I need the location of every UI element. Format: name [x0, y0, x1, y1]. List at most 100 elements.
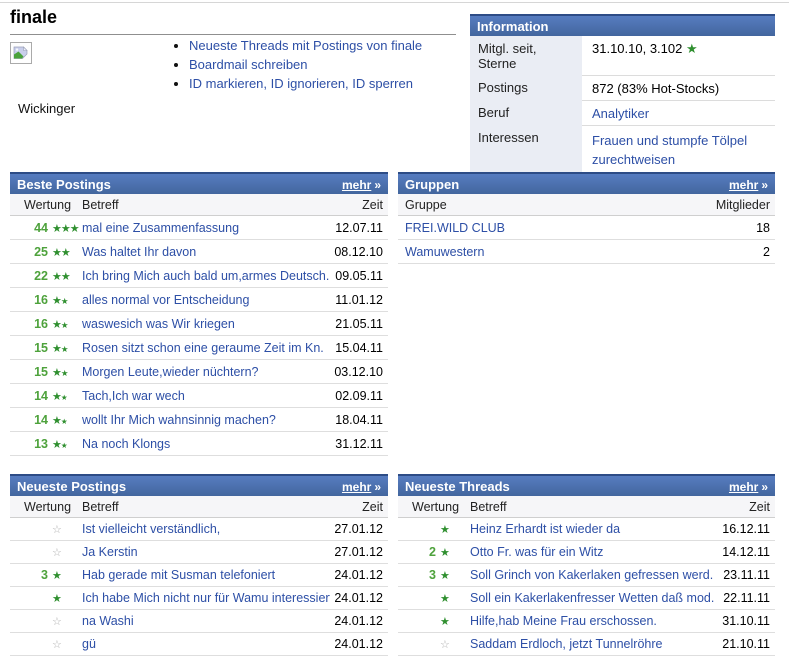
- link-neueste-threads-von-user[interactable]: Neueste Threads mit Postings von finale: [189, 38, 422, 53]
- info-label: Mitgl. seit, Sterne: [470, 36, 582, 75]
- rating-stars-icon: ★★: [48, 317, 68, 331]
- subject-link[interactable]: Heinz Erhardt ist wieder da: [470, 522, 620, 536]
- column-header-gruppe: Gruppe: [398, 194, 705, 216]
- interessen-link[interactable]: Frauen und stumpfe Tölpel zurechtweisen: [592, 133, 747, 167]
- table-row: ★ Heinz Erhardt ist wieder da 16.12.11: [398, 518, 775, 541]
- subject-link[interactable]: Saddam Erdloch, jetzt Tunnelröhre: [470, 637, 662, 651]
- neueste-postings-table: Wertung Betreff Zeit ☆ Ist vielleicht ve…: [10, 496, 388, 656]
- more-link[interactable]: mehr»: [342, 177, 381, 192]
- rating-value: 14: [10, 389, 48, 403]
- panel-title: Information: [477, 19, 549, 34]
- member-since-value: 31.10.10, 3.102: [592, 41, 682, 56]
- column-header-zeit: Zeit: [330, 194, 388, 216]
- post-date: 27.01.12: [330, 541, 388, 564]
- post-date: 24.01.12: [330, 587, 388, 610]
- subject-link[interactable]: wollt Ihr Mich wahnsinnig machen?: [82, 413, 276, 427]
- gruppen-panel: Gruppen mehr» Gruppe Mitglieder FREI.WIL…: [398, 172, 775, 264]
- subject-link[interactable]: Soll ein Kakerlakenfresser Wetten daß mo…: [470, 591, 714, 605]
- subject-link[interactable]: na Washi: [82, 614, 134, 628]
- more-link[interactable]: mehr»: [729, 177, 768, 192]
- post-date: 03.12.10: [330, 360, 388, 384]
- table-row: 15★★ Rosen sitzt schon eine geraume Zeit…: [10, 336, 388, 360]
- link-boardmail-schreiben[interactable]: Boardmail schreiben: [189, 57, 308, 72]
- link-id-actions[interactable]: ID markieren, ID ignorieren, ID sperren: [189, 76, 413, 91]
- subject-link[interactable]: mal eine Zusammenfassung: [82, 221, 239, 235]
- subject-link[interactable]: Ich bring Mich auch bald um,armes Deutsc…: [82, 269, 329, 283]
- panel-title: Gruppen: [405, 177, 459, 192]
- table-row: Postings 872 (83% Hot-Stocks): [470, 75, 775, 100]
- table-row: ☆ Saddam Erdloch, jetzt Tunnelröhre 21.1…: [398, 633, 775, 656]
- table-row: 13★★ Na noch Klongs 31.12.11: [10, 432, 388, 456]
- rating-stars-icon: ☆: [48, 637, 61, 651]
- rating-stars-icon: ★: [436, 545, 449, 559]
- subject-link[interactable]: alles normal vor Entscheidung: [82, 293, 249, 307]
- table-row: 14★★ wollt Ihr Mich wahnsinnig machen? 1…: [10, 408, 388, 432]
- subject-link[interactable]: Na noch Klongs: [82, 437, 170, 451]
- table-row: ★ Soll ein Kakerlakenfresser Wetten daß …: [398, 587, 775, 610]
- subject-link[interactable]: gü: [82, 637, 96, 651]
- post-date: 24.01.12: [330, 610, 388, 633]
- post-date: 24.01.12: [330, 633, 388, 656]
- rating-stars-icon: ★★: [48, 389, 67, 403]
- info-label: Beruf: [470, 100, 582, 125]
- post-date: 09.05.11: [330, 264, 388, 288]
- table-row: ★ Hilfe,hab Meine Frau erschossen. 31.10…: [398, 610, 775, 633]
- info-label: Postings: [470, 75, 582, 100]
- rating-stars-icon: ★: [436, 614, 449, 628]
- table-row: ☆ Ist vielleicht verständlich, 27.01.12: [10, 518, 388, 541]
- rating-stars-icon: ★: [436, 522, 449, 536]
- subject-link[interactable]: Hab gerade mit Susman telefoniert: [82, 568, 275, 582]
- post-date: 31.12.11: [330, 432, 388, 456]
- subject-link[interactable]: Morgen Leute,wieder nüchtern?: [82, 365, 259, 379]
- rating-stars-icon: ★★: [48, 437, 67, 451]
- profile-page: finale Neueste Threads mit Postings von …: [0, 0, 789, 657]
- subject-link[interactable]: Ja Kerstin: [82, 545, 138, 559]
- subject-link[interactable]: waswesich was Wir kriegen: [82, 317, 235, 331]
- rating-stars-icon: ★: [436, 568, 449, 582]
- double-chevron-icon: »: [761, 480, 768, 494]
- title-divider: [10, 34, 456, 35]
- table-row: FREI.WILD CLUB 18: [398, 216, 775, 240]
- post-date: 27.01.12: [330, 518, 388, 541]
- rating-value: 2: [398, 545, 436, 559]
- list-item: ID markieren, ID ignorieren, ID sperren: [189, 77, 422, 91]
- group-link[interactable]: Wamuwestern: [405, 245, 484, 259]
- table-row: 16★★ alles normal vor Entscheidung 11.01…: [10, 288, 388, 312]
- column-header-zeit: Zeit: [717, 496, 775, 518]
- neueste-threads-panel: Neueste Threads mehr» Wertung Betreff Ze…: [398, 474, 775, 656]
- group-link[interactable]: FREI.WILD CLUB: [405, 221, 505, 235]
- subject-link[interactable]: Otto Fr. was für ein Witz: [470, 545, 603, 559]
- post-date: 22.11.11: [717, 587, 775, 610]
- top-divider: [0, 2, 789, 3]
- rating-stars-icon: ★: [436, 591, 449, 605]
- table-header-row: Wertung Betreff Zeit: [10, 194, 388, 216]
- panel-header: Information: [470, 14, 775, 36]
- subject-link[interactable]: Ich habe Mich nicht nur für Wamu interes…: [82, 591, 330, 605]
- information-table: Mitgl. seit, Sterne 31.10.10, 3.102 ★ Po…: [470, 36, 775, 174]
- rating-stars-icon: ★★: [48, 269, 70, 283]
- panel-header: Gruppen mehr»: [398, 172, 775, 194]
- subject-link[interactable]: Soll Grinch von Kakerlaken gefressen wer…: [470, 568, 713, 582]
- table-row: ☆ Ja Kerstin 27.01.12: [10, 541, 388, 564]
- broken-image-icon: [10, 42, 32, 64]
- more-link[interactable]: mehr»: [342, 479, 381, 494]
- table-row: 22★★ Ich bring Mich auch bald um,armes D…: [10, 264, 388, 288]
- subject-link[interactable]: Rosen sitzt schon eine geraume Zeit im K…: [82, 341, 324, 355]
- rating-value: 44: [10, 221, 48, 235]
- beruf-link[interactable]: Analytiker: [592, 106, 649, 121]
- list-item: Neueste Threads mit Postings von finale: [189, 39, 422, 53]
- info-value: Frauen und stumpfe Tölpel zurechtweisen: [582, 125, 775, 173]
- subject-link[interactable]: Ist vielleicht verständlich,: [82, 522, 220, 536]
- subject-link[interactable]: Tach,Ich war wech: [82, 389, 185, 403]
- table-row: Interessen Frauen und stumpfe Tölpel zur…: [470, 125, 775, 173]
- post-date: 14.12.11: [717, 541, 775, 564]
- subject-link[interactable]: Hilfe,hab Meine Frau erschossen.: [470, 614, 657, 628]
- table-row: 14★★ Tach,Ich war wech 02.09.11: [10, 384, 388, 408]
- rating-stars-icon: ★★★: [48, 221, 79, 235]
- table-row: 25★★ Was haltet Ihr davon 08.12.10: [10, 240, 388, 264]
- column-header-betreff: Betreff: [80, 194, 330, 216]
- more-link[interactable]: mehr»: [729, 479, 768, 494]
- subject-link[interactable]: Was haltet Ihr davon: [82, 245, 196, 259]
- table-row: 44★★★ mal eine Zusammenfassung 12.07.11: [10, 216, 388, 240]
- column-header-wertung: Wertung: [10, 496, 80, 518]
